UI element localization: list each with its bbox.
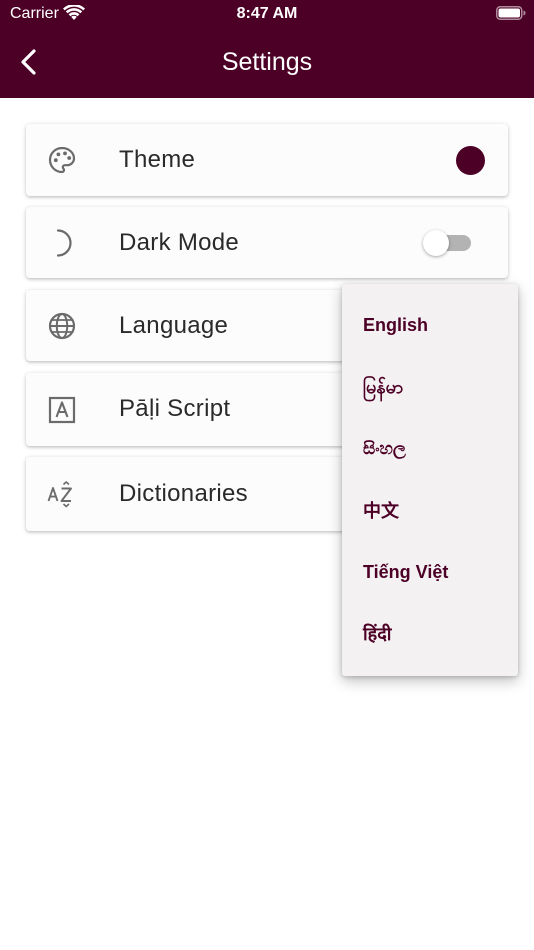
language-menu: English မြန်မာ සිංහල 中文 Tiếng Việt हिंदी bbox=[342, 284, 518, 676]
palette-icon bbox=[48, 146, 76, 174]
script-letter-icon bbox=[48, 396, 76, 424]
status-bar: Carrier 8:47 AM bbox=[0, 0, 534, 28]
pali-script-label: Pāḷi Script bbox=[119, 395, 231, 422]
language-option-english[interactable]: English bbox=[363, 305, 428, 345]
sort-az-icon bbox=[47, 481, 72, 508]
status-time: 8:47 AM bbox=[236, 5, 298, 22]
globe-icon bbox=[48, 312, 76, 340]
dictionaries-label: Dictionaries bbox=[119, 480, 248, 507]
moon-icon bbox=[56, 229, 72, 257]
dark-mode-label: Dark Mode bbox=[119, 229, 240, 256]
language-label: Language bbox=[119, 312, 229, 339]
page-title: Settings bbox=[221, 48, 313, 76]
battery-icon bbox=[496, 6, 526, 20]
settings-item-theme[interactable]: Theme bbox=[26, 124, 508, 196]
language-option-chinese[interactable]: 中文 bbox=[363, 491, 399, 531]
switch-thumb[interactable] bbox=[423, 230, 449, 256]
language-option-sinhala[interactable]: සිංහල bbox=[363, 429, 406, 469]
app-bar: Carrier 8:47 AM Settings bbox=[0, 0, 534, 98]
settings-item-dark-mode[interactable]: Dark Mode bbox=[26, 207, 508, 278]
theme-color-swatch[interactable] bbox=[456, 146, 485, 175]
language-option-hindi[interactable]: हिंदी bbox=[363, 614, 391, 654]
language-option-vietnamese[interactable]: Tiếng Việt bbox=[363, 552, 448, 592]
theme-label: Theme bbox=[119, 146, 196, 173]
language-option-myanmar[interactable]: မြန်မာ bbox=[363, 367, 403, 407]
